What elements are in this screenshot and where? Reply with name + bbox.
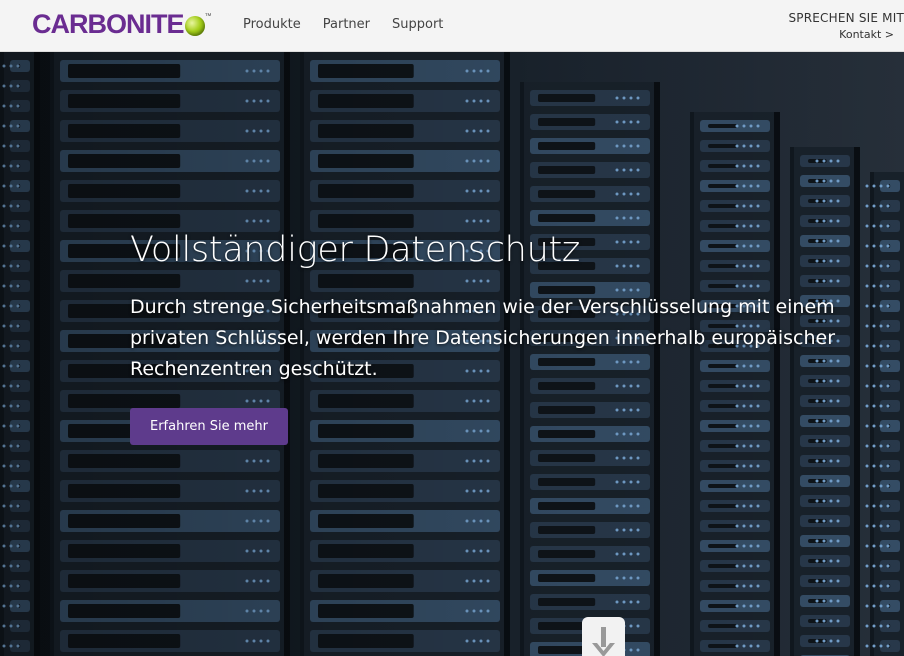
nav-item-partner[interactable]: Partner xyxy=(323,17,370,32)
nav-item-produkte[interactable]: Produkte xyxy=(243,17,301,32)
contact-link[interactable]: Kontakt > xyxy=(788,28,894,41)
contact-block: SPRECHEN SIE MIT Kontakt > xyxy=(788,11,904,41)
nav-item-support[interactable]: Support xyxy=(392,17,443,32)
hero-section: Vollständiger Datenschutz Durch strenge … xyxy=(0,52,904,656)
carbonite-logo[interactable]: CARBONITE ™ xyxy=(32,9,212,40)
hero-title: Vollständiger Datenschutz xyxy=(130,230,580,270)
logo-trademark: ™ xyxy=(204,13,212,20)
learn-more-button[interactable]: Erfahren Sie mehr xyxy=(130,408,288,445)
site-header: CARBONITE ™ Produkte Partner Support SPR… xyxy=(0,0,904,52)
main-nav: Produkte Partner Support xyxy=(243,17,465,32)
logo-ball-icon xyxy=(184,16,205,36)
hero-description: Durch strenge Sicherheitsmaßnahmen wie d… xyxy=(130,296,836,380)
scroll-down-button[interactable] xyxy=(582,617,625,656)
logo-text: CARBONITE xyxy=(32,9,184,39)
arrow-down-icon xyxy=(592,627,615,656)
contact-heading: SPRECHEN SIE MIT xyxy=(788,11,904,25)
